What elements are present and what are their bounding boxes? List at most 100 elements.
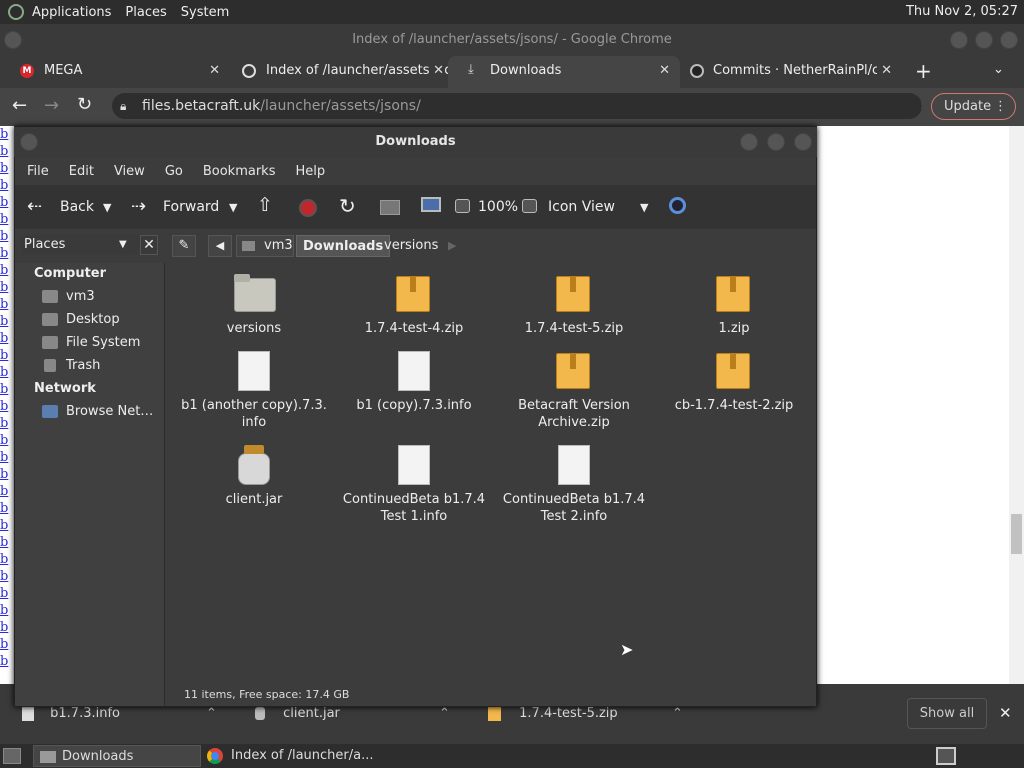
file-item[interactable]: ContinuedBeta b1.7.4 Test 1.info — [334, 445, 494, 525]
download-filename: 1.7.4-test-5.zip — [519, 706, 618, 721]
forward-history-chevron-icon[interactable]: ▼ — [229, 201, 237, 214]
page-scrollbar[interactable] — [1009, 126, 1024, 684]
desktop-icon — [42, 313, 58, 326]
scrollbar-thumb[interactable] — [1011, 514, 1022, 554]
tab-mega[interactable]: M MEGA ✕ — [0, 56, 230, 88]
view-mode-select[interactable]: Icon View — [548, 199, 615, 215]
update-button[interactable]: Update ⋮ — [931, 93, 1016, 120]
file-item[interactable]: client.jar — [174, 445, 334, 508]
back-history-chevron-icon[interactable]: ▼ — [103, 201, 111, 214]
back-button[interactable]: Back — [60, 199, 94, 215]
sidebar-item-vm3[interactable]: vm3 — [42, 289, 95, 304]
distro-logo-icon[interactable] — [8, 4, 24, 20]
applications-menu[interactable]: Applications — [32, 5, 111, 20]
sidebar-item-browse-network[interactable]: Browse Net… — [42, 404, 154, 419]
show-desktop-icon[interactable] — [3, 748, 21, 764]
new-tab-button[interactable]: + — [915, 59, 932, 83]
computer-icon[interactable] — [421, 197, 441, 212]
breadcrumb-downloads[interactable]: Downloads — [296, 235, 391, 257]
system-menu[interactable]: System — [181, 5, 229, 20]
search-icon[interactable] — [669, 197, 686, 214]
workspace-switcher-icon[interactable] — [936, 747, 956, 765]
reload-icon[interactable]: ↻ — [339, 194, 356, 218]
sidebar-item-desktop[interactable]: Desktop — [42, 312, 120, 327]
fm-close-icon[interactable] — [794, 133, 812, 151]
file-item[interactable]: versions — [174, 274, 334, 337]
breadcrumb-vm3[interactable]: vm3 — [258, 235, 299, 257]
home-folder-icon[interactable] — [380, 200, 400, 215]
file-item[interactable]: 1.zip — [654, 274, 814, 337]
zoom-out-icon[interactable] — [455, 199, 470, 213]
show-all-button[interactable]: Show all — [907, 698, 987, 729]
close-downloads-bar-icon[interactable]: ✕ — [999, 704, 1012, 722]
close-side-pane-icon[interactable]: ✕ — [140, 235, 158, 255]
file-item[interactable]: b1 (copy).7.3.info — [334, 351, 494, 414]
file-item[interactable]: b1 (another copy).7.3. info — [174, 351, 334, 431]
forward-icon[interactable]: ⇢ — [131, 196, 146, 217]
toggle-location-edit-icon[interactable]: ✎ — [172, 235, 196, 257]
side-pane-chevron-icon[interactable]: ▼ — [119, 235, 127, 255]
tab-strip: M MEGA ✕ Index of /launcher/assets/jsons… — [0, 56, 1024, 88]
maximize-icon[interactable] — [975, 31, 993, 49]
menu-help[interactable]: Help — [295, 164, 325, 179]
menu-go[interactable]: Go — [165, 164, 183, 179]
sidebar-item-trash[interactable]: Trash — [44, 358, 100, 373]
archive-icon — [394, 274, 434, 314]
task-chrome[interactable]: Index of /launcher/a... — [203, 745, 403, 767]
minimize-icon[interactable] — [950, 31, 968, 49]
reload-icon[interactable]: ↻ — [77, 94, 92, 115]
view-mode-chevron-icon[interactable]: ▼ — [640, 201, 648, 214]
back-arrow-icon[interactable]: ← — [12, 95, 27, 116]
menu-edit[interactable]: Edit — [69, 164, 94, 179]
forward-button[interactable]: Forward — [163, 199, 219, 215]
address-bar[interactable]: 🔒︎ files.betacraft.uk/launcher/assets/js… — [112, 93, 922, 119]
sidebar-item-file-system[interactable]: File System — [42, 335, 140, 350]
zoom-in-icon[interactable] — [522, 199, 537, 213]
system-panel: Applications Places System Thu Nov 2, 05… — [0, 0, 1024, 24]
lock-icon[interactable]: 🔒︎ — [120, 93, 126, 119]
menu-view[interactable]: View — [114, 164, 145, 179]
breadcrumb-right-icon[interactable]: ▶ — [448, 235, 456, 257]
stop-icon[interactable] — [299, 199, 317, 217]
close-tab-icon[interactable]: ✕ — [209, 56, 220, 86]
task-label: Downloads — [62, 749, 134, 764]
file-item[interactable]: cb-1.7.4-test-2.zip — [654, 351, 814, 414]
fm-maximize-icon[interactable] — [767, 133, 785, 151]
zoom-level[interactable]: 100% — [478, 199, 518, 215]
tab-search-icon[interactable]: ⌄ — [993, 62, 1004, 77]
sidebar-label: Desktop — [66, 312, 120, 327]
tab-index[interactable]: Index of /launcher/assets/jsons/ ✕ — [222, 56, 454, 88]
file-item[interactable]: Betacraft Version Archive.zip — [494, 351, 654, 431]
kebab-menu-icon[interactable]: ⋮ — [994, 94, 1007, 119]
places-menu[interactable]: Places — [125, 5, 166, 20]
document-icon — [394, 351, 434, 391]
tab-commits[interactable]: Commits · NetherRainPl/c ✕ — [680, 56, 902, 88]
menu-bookmarks[interactable]: Bookmarks — [203, 164, 276, 179]
fm-window-menu-icon[interactable] — [20, 133, 38, 151]
task-downloads[interactable]: Downloads — [33, 745, 201, 767]
file-item[interactable]: ContinuedBeta b1.7.4 Test 2.info — [494, 445, 654, 525]
breadcrumb-versions[interactable]: versions — [378, 235, 444, 257]
back-icon[interactable]: ⇠ — [27, 196, 42, 217]
tab-label: Index of /launcher/assets/jsons/ — [266, 63, 454, 78]
menu-file[interactable]: File — [27, 164, 49, 179]
tab-downloads[interactable]: ⤓ Downloads ✕ — [448, 56, 680, 88]
forward-arrow-icon[interactable]: → — [44, 95, 59, 116]
close-tab-icon[interactable]: ✕ — [659, 56, 670, 86]
close-window-icon[interactable] — [1000, 31, 1018, 49]
breadcrumb-left-icon[interactable]: ◀ — [208, 235, 232, 257]
download-filename: b1.7.3.info — [50, 706, 120, 721]
file-item[interactable]: 1.7.4-test-5.zip — [494, 274, 654, 337]
file-item[interactable]: 1.7.4-test-4.zip — [334, 274, 494, 337]
update-label: Update — [944, 99, 992, 114]
download-filename: client.jar — [283, 706, 340, 721]
fm-minimize-icon[interactable] — [740, 133, 758, 151]
up-arrow-icon[interactable]: ⇧ — [257, 194, 273, 216]
sidebar-label: Browse Net… — [66, 404, 154, 419]
window-menu-icon[interactable] — [4, 31, 22, 49]
clock[interactable]: Thu Nov 2, 05:27 — [906, 4, 1018, 19]
file-name: Betacraft Version Archive.zip — [518, 398, 630, 430]
close-tab-icon[interactable]: ✕ — [877, 56, 892, 86]
close-tab-icon[interactable]: ✕ — [429, 56, 444, 86]
side-pane-selector[interactable]: Places ▼ — [21, 235, 159, 255]
